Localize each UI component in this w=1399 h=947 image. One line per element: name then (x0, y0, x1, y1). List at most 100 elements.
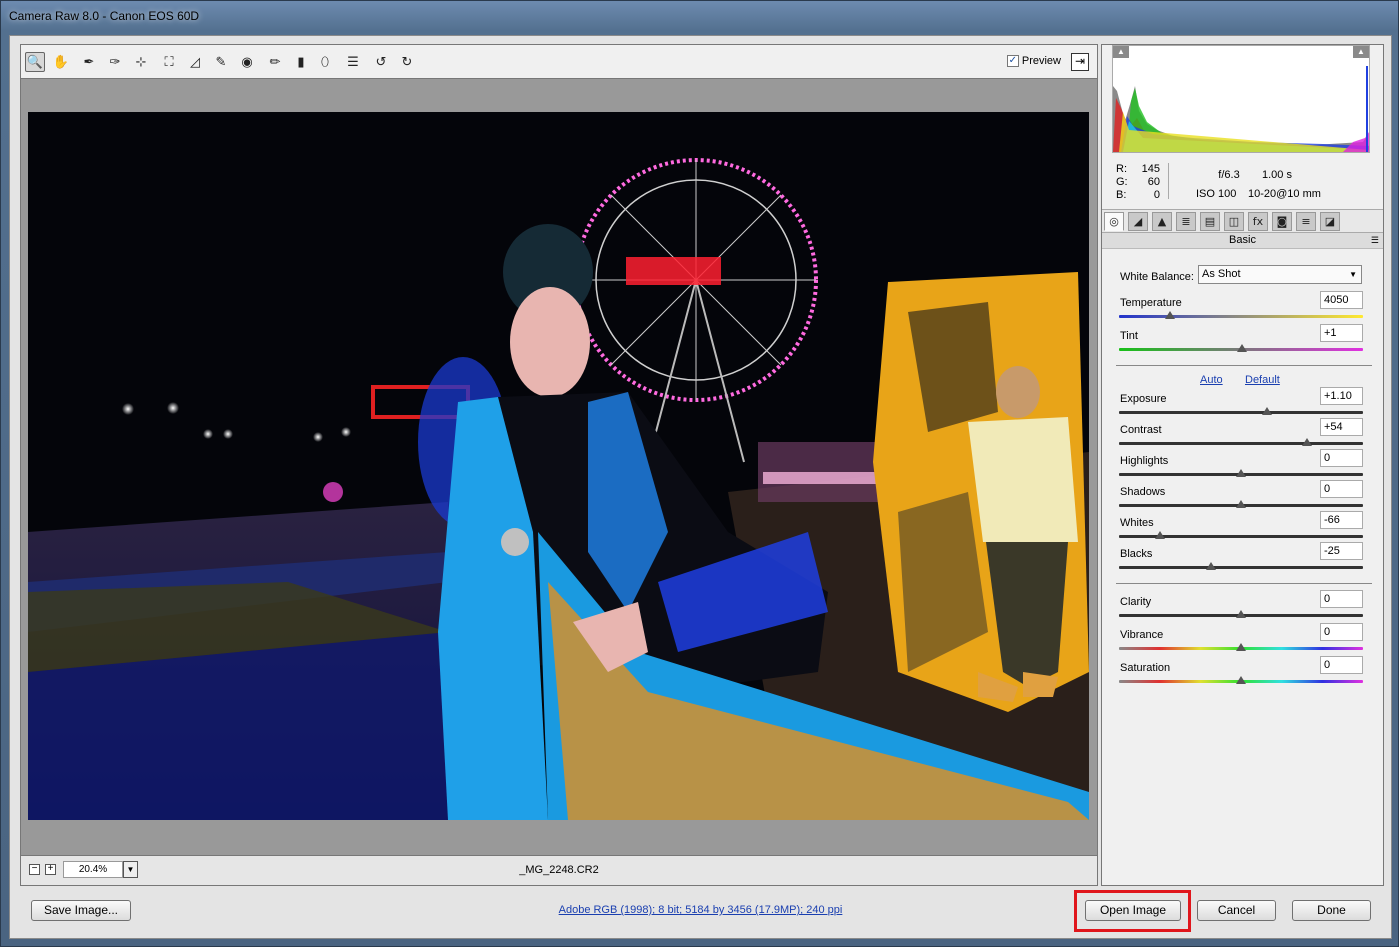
effects-tab-icon[interactable]: fx (1248, 212, 1268, 231)
basic-tab-icon[interactable]: ◎ (1104, 212, 1124, 231)
temperature-label: Temperature (1120, 297, 1182, 309)
section-divider (1116, 365, 1372, 366)
camera-raw-window: Camera Raw 8.0 - Canon EOS 60D ✓ Preview… (0, 0, 1399, 947)
panel-section-title: Basic (1102, 233, 1383, 249)
tint-label: Tint (1120, 330, 1138, 342)
preview-pane: ✓ Preview ⇥ 🔍 ✋ ✒ ✑ ⊹ ⛶ ◿ ✎ ◉ ✏ ▮ ⬯ ☰ ↺ ↻ (20, 44, 1098, 886)
snapshots-tab-icon[interactable]: ◪ (1320, 212, 1340, 231)
spot-removal-tool-icon[interactable]: ✎ (211, 52, 231, 72)
vibrance-thumb[interactable] (1236, 643, 1246, 651)
cancel-button[interactable]: Cancel (1197, 900, 1276, 921)
targeted-adjustment-tool-icon[interactable]: ⊹ (131, 52, 151, 72)
done-button[interactable]: Done (1292, 900, 1371, 921)
histogram: ▲ ▲ (1112, 45, 1370, 153)
white-balance-select[interactable]: As Shot ▼ (1198, 265, 1362, 284)
contrast-label: Contrast (1120, 424, 1162, 436)
readout-divider (1168, 163, 1169, 199)
shadows-label: Shadows (1120, 486, 1166, 498)
lens-corrections-tab-icon[interactable]: ◫ (1224, 212, 1244, 231)
contrast-thumb[interactable] (1301, 438, 1312, 446)
exposure-track[interactable] (1119, 411, 1363, 414)
split-toning-tab-icon[interactable]: ▤ (1200, 212, 1220, 231)
adjustments-pane: ▲ ▲ R: 145 G: 60 B: 0 f/6.3 1.00 s ISO 100 10… (1101, 44, 1384, 886)
panel-menu-icon[interactable]: ☰ (1371, 235, 1379, 246)
clarity-value-field[interactable]: 0 (1320, 590, 1363, 608)
straighten-tool-icon[interactable]: ◿ (185, 52, 205, 72)
graduated-filter-icon[interactable]: ▮ (291, 52, 311, 72)
tint-thumb[interactable] (1237, 344, 1248, 352)
shadows-thumb[interactable] (1236, 500, 1246, 508)
highlights-label: Highlights (1120, 455, 1169, 467)
red-eye-removal-icon[interactable]: ◉ (237, 52, 257, 72)
highlight-clipping-warning-icon[interactable]: ▲ (1353, 46, 1369, 58)
section-divider (1116, 583, 1372, 584)
temperature-thumb[interactable] (1165, 311, 1176, 319)
camera-calibration-tab-icon[interactable]: ◙ (1272, 212, 1292, 231)
zoom-tool-icon[interactable]: 🔍 (25, 52, 45, 72)
r-value: 145 (1141, 163, 1160, 175)
histogram-graph (1113, 46, 1369, 152)
lens-value: 10-20@10 mm (1248, 188, 1321, 200)
preview-toggle[interactable]: ✓ Preview (1006, 55, 1061, 67)
status-bar: − + 20.4% ▼ _MG_2248.CR2 (21, 855, 1097, 885)
blacks-thumb[interactable] (1205, 562, 1216, 570)
aperture-value: f/6.3 (1218, 169, 1240, 181)
color-sampler-tool-icon[interactable]: ✑ (105, 52, 125, 72)
exposure-thumb[interactable] (1261, 407, 1272, 415)
tool-bar: ✓ Preview ⇥ 🔍 ✋ ✒ ✑ ⊹ ⛶ ◿ ✎ ◉ ✏ ▮ ⬯ ☰ ↺ ↻ (21, 45, 1097, 79)
shadows-value-field[interactable]: 0 (1320, 480, 1363, 498)
title-bar: Camera Raw 8.0 - Canon EOS 60D (1, 1, 1398, 35)
blacks-label: Blacks (1120, 548, 1153, 560)
rotate-left-icon[interactable]: ↺ (371, 52, 391, 72)
blacks-value-field[interactable]: -25 (1320, 542, 1363, 560)
exposure-value-field[interactable]: +1.10 (1320, 387, 1363, 405)
hsl-tab-icon[interactable]: ≣ (1176, 212, 1196, 231)
contrast-value-field[interactable]: +54 (1320, 418, 1363, 436)
detail-tab-icon[interactable]: ▲ (1152, 212, 1172, 231)
r-label: R: (1116, 163, 1127, 175)
photo-preview[interactable] (28, 112, 1089, 820)
saturation-label: Saturation (1120, 662, 1171, 674)
radial-filter-icon[interactable]: ⬯ (315, 52, 335, 72)
tint-value-field[interactable]: +1 (1320, 324, 1363, 342)
default-link[interactable]: Default (1245, 374, 1280, 386)
preferences-icon[interactable]: ☰ (343, 52, 363, 72)
contrast-track[interactable] (1119, 442, 1363, 445)
rotate-right-icon[interactable]: ↻ (397, 52, 417, 72)
g-label: G: (1116, 176, 1128, 188)
g-value: 60 (1147, 176, 1160, 188)
temperature-track[interactable] (1119, 315, 1363, 318)
clarity-thumb[interactable] (1236, 610, 1246, 618)
saturation-value-field[interactable]: 0 (1320, 656, 1363, 674)
shadow-clipping-warning-icon[interactable]: ▲ (1113, 46, 1129, 58)
night-portrait-photo (28, 112, 1089, 820)
open-image-highlight (1074, 890, 1191, 932)
vibrance-value-field[interactable]: 0 (1320, 623, 1363, 641)
blacks-track[interactable] (1119, 566, 1363, 569)
whites-value-field[interactable]: -66 (1320, 511, 1363, 529)
saturation-thumb[interactable] (1236, 676, 1246, 684)
presets-tab-icon[interactable]: ≡ (1296, 212, 1316, 231)
image-canvas[interactable] (21, 80, 1097, 856)
tone-curve-tab-icon[interactable]: ◢ (1128, 212, 1148, 231)
panel-tabs: ◎ ◢ ▲ ≣ ▤ ◫ fx ◙ ≡ ◪ (1102, 209, 1383, 233)
window-title: Camera Raw 8.0 - Canon EOS 60D (9, 9, 200, 23)
highlights-thumb[interactable] (1236, 469, 1246, 477)
white-balance-value: As Shot (1202, 268, 1241, 280)
highlights-value-field[interactable]: 0 (1320, 449, 1363, 467)
hand-tool-icon[interactable]: ✋ (51, 52, 71, 72)
whites-label: Whites (1120, 517, 1154, 529)
fullscreen-mode-icon[interactable]: ⇥ (1071, 53, 1089, 71)
white-balance-tool-icon[interactable]: ✒ (79, 52, 99, 72)
adjustment-brush-icon[interactable]: ✏ (265, 52, 285, 72)
preview-checkbox[interactable]: ✓ (1006, 55, 1019, 67)
preview-label: Preview (1021, 55, 1061, 67)
whites-thumb[interactable] (1155, 531, 1166, 539)
shutter-value: 1.00 s (1262, 169, 1292, 181)
temperature-value-field[interactable]: 4050 (1320, 291, 1363, 309)
exposure-label: Exposure (1120, 393, 1167, 405)
crop-tool-icon[interactable]: ⛶ (159, 52, 179, 72)
filename-label: _MG_2248.CR2 (519, 864, 599, 876)
auto-link[interactable]: Auto (1200, 374, 1223, 386)
exif-info: f/6.3 1.00 s ISO 100 10-20@10 mm (1196, 166, 1321, 204)
